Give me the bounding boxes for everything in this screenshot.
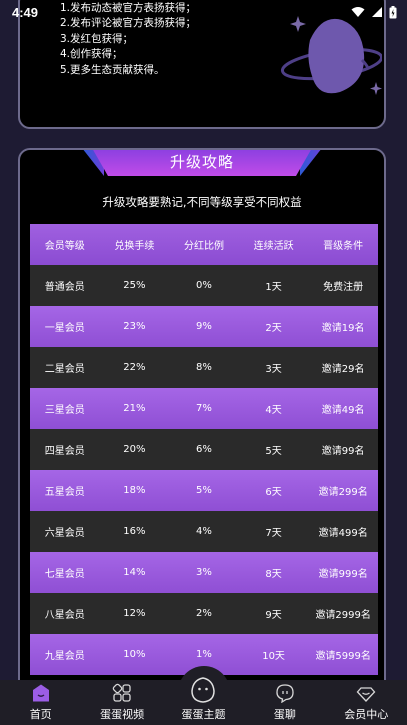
signal-icon (372, 7, 382, 17)
table-cell: 2% (196, 608, 212, 619)
table-cell: 5% (196, 485, 212, 496)
table-cell: 25% (123, 280, 146, 291)
table-cell: 6% (196, 444, 212, 455)
home-icon (32, 684, 49, 702)
table-cell: 九星会员 (44, 651, 85, 662)
column-header: 连续活跃 (253, 241, 294, 252)
rule-item: 5.更多生态贡献获得。 (60, 63, 165, 76)
table-cell: 18% (123, 485, 146, 496)
nav-item-home[interactable]: 首页 (6, 683, 76, 722)
section-title: 升级攻略 (169, 153, 234, 171)
table-cell: 7% (196, 403, 212, 414)
battery-icon (389, 5, 397, 18)
table-cell: 三星会员 (44, 405, 85, 416)
table-cell: 10% (123, 649, 146, 660)
table-cell: 8天 (265, 569, 282, 580)
table-cell: 七星会员 (44, 569, 85, 580)
column-header: 会员等级 (44, 241, 85, 252)
table-cell: 5天 (265, 446, 282, 457)
wifi-icon (351, 7, 365, 17)
table-row: 四星会员 20% 6% 5天 邀请99名 (30, 429, 378, 470)
table-cell: 六星会员 (44, 528, 85, 539)
table-cell: 邀请299名 (318, 487, 368, 498)
table-cell: 一星会员 (44, 323, 85, 334)
nav-item-theme[interactable]: 蛋蛋主题 (168, 676, 238, 722)
video-grid-icon (112, 683, 131, 702)
table-row: 八星会员 12% 2% 9天 邀请2999名 (30, 593, 378, 634)
status-time: 4:49 (12, 4, 39, 20)
egg-icon (191, 677, 216, 703)
table-cell: 21% (123, 403, 146, 414)
table-cell: 23% (123, 321, 146, 332)
table-cell: 邀请49名 (321, 405, 365, 416)
table-cell: 二星会员 (44, 364, 85, 375)
table-row: 五星会员 18% 5% 6天 邀请299名 (30, 470, 378, 511)
table-cell: 四星会员 (44, 446, 85, 457)
column-header: 分红比例 (183, 241, 224, 252)
table-cell: 邀请19名 (321, 323, 365, 334)
table-cell: 9天 (265, 610, 282, 621)
table-row: 七星会员 14% 3% 8天 邀请999名 (30, 552, 378, 593)
nav-label: 首页 (29, 708, 52, 721)
table-row: 二星会员 22% 8% 3天 邀请29名 (30, 347, 378, 388)
rule-item: 4.创作获得； (60, 48, 123, 60)
column-header: 兑换手续 (114, 241, 155, 252)
table-cell: 10天 (262, 651, 285, 662)
table-cell: 免费注册 (323, 282, 364, 293)
table-row: 六星会员 16% 4% 7天 邀请499名 (30, 511, 378, 552)
chat-bubble-icon (276, 684, 294, 703)
table-cell: 3% (196, 567, 212, 578)
table-cell: 八星会员 (44, 610, 85, 621)
table-cell: 1% (196, 649, 212, 660)
table-cell: 20% (123, 444, 146, 455)
table-cell: 1天 (265, 282, 282, 293)
upgrade-card: 升级攻略 升级攻略要熟记,不同等级享受不同权益 会员等级 兑换手续 分红比例 连… (18, 148, 386, 708)
level-table: 会员等级 兑换手续 分红比例 连续活跃 晋级条件 普通会员 25% 0% 1天 … (30, 224, 378, 675)
nav-item-video[interactable]: 蛋蛋视频 (87, 683, 157, 722)
nav-label: 蛋蛋视频 (100, 708, 145, 721)
member-heart-icon (356, 687, 376, 702)
table-header-row: 会员等级 兑换手续 分红比例 连续活跃 晋级条件 (30, 224, 378, 265)
table-cell: 12% (123, 608, 146, 619)
table-cell: 邀请999名 (318, 569, 368, 580)
section-subtitle: 升级攻略要熟记,不同等级享受不同权益 (102, 195, 302, 209)
table-cell: 9% (196, 321, 212, 332)
table-cell: 邀请499名 (318, 528, 368, 539)
table-cell: 邀请29名 (321, 364, 365, 375)
nav-label: 蛋蛋主题 (181, 708, 226, 721)
nav-item-chat[interactable]: 蛋聊 (250, 683, 320, 722)
table-cell: 6天 (265, 487, 282, 498)
table-cell: 8% (196, 362, 212, 373)
table-cell: 4天 (265, 405, 282, 416)
nav-label: 会员中心 (344, 708, 389, 721)
table-cell: 0% (196, 280, 212, 291)
table-cell: 16% (123, 526, 146, 537)
table-cell: 22% (123, 362, 146, 373)
table-cell: 4% (196, 526, 212, 537)
table-cell: 7天 (265, 528, 282, 539)
table-row: 普通会员 25% 0% 1天 免费注册 (30, 265, 378, 306)
table-cell: 五星会员 (44, 487, 85, 498)
column-header: 晋级条件 (323, 241, 364, 252)
table-row: 一星会员 23% 9% 2天 邀请19名 (30, 306, 378, 347)
table-cell: 邀请2999名 (315, 610, 371, 621)
table-row: 三星会员 21% 7% 4天 邀请49名 (30, 388, 378, 429)
table-cell: 3天 (265, 364, 282, 375)
nav-label: 蛋聊 (273, 708, 296, 721)
table-cell: 14% (123, 567, 146, 578)
status-bar: 4:49 (0, 0, 407, 24)
table-cell: 邀请99名 (321, 446, 365, 457)
table-cell: 邀请5999名 (315, 651, 371, 662)
rule-item: 3.发红包获得； (60, 32, 134, 45)
table-cell: 2天 (265, 323, 282, 334)
nav-item-member[interactable]: 会员中心 (331, 683, 401, 722)
status-icons (351, 5, 397, 19)
bottom-nav: 首页 蛋蛋视频 蛋蛋主题 蛋聊 会员中心 (0, 677, 407, 725)
table-cell: 普通会员 (44, 282, 85, 293)
